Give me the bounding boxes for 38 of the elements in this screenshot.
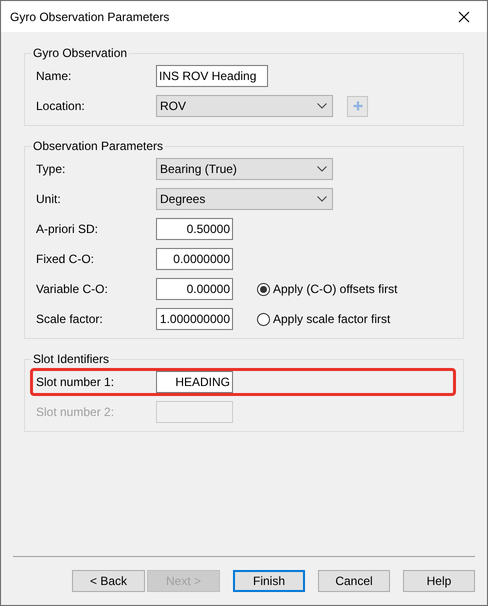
add-button[interactable] [347, 96, 368, 116]
window-title: Gyro Observation Parameters [10, 10, 170, 24]
radio-option[interactable]: Apply (C-O) offsets first [257, 282, 398, 296]
input-field[interactable]: 0.00000 [156, 278, 233, 300]
input-field[interactable]: 0.50000 [156, 218, 233, 240]
wizard-button[interactable]: < Back [72, 570, 145, 592]
caret-icon [317, 166, 327, 172]
input-field[interactable]: 1.000000000 [156, 308, 233, 330]
field-label: Slot number 2: [36, 405, 116, 419]
dropdown-value: Degrees [160, 192, 206, 206]
dropdown-value: Bearing (True) [160, 162, 237, 176]
dialog-button[interactable]: Finish [233, 570, 306, 592]
radio-option[interactable]: Apply scale factor first [257, 312, 390, 326]
caret-icon [317, 196, 327, 202]
close-icon [458, 10, 470, 22]
plus-icon [352, 101, 362, 111]
field-label: Location: [36, 99, 86, 113]
input-field[interactable]: HEADING [156, 371, 233, 393]
dialog-button[interactable]: Help [403, 570, 475, 592]
dropdown[interactable]: Bearing (True) [156, 158, 333, 180]
group-title: Observation Parameters [32, 139, 164, 153]
input-field[interactable]: 0.0000000 [156, 248, 233, 270]
dropdown[interactable]: ROV [156, 95, 333, 117]
caret-icon [317, 103, 327, 109]
field-label: Type: [36, 162, 66, 176]
field-label: Variable C-O: [36, 282, 109, 296]
field-label: Fixed C-O: [36, 252, 96, 266]
field-label: Unit: [36, 192, 62, 206]
field-label: Scale factor: [36, 312, 104, 326]
input-field[interactable]: INS ROV Heading [156, 65, 268, 87]
dialog-button[interactable]: Cancel [318, 570, 390, 592]
dropdown-value: ROV [160, 99, 186, 113]
field-label: Name: [36, 69, 72, 83]
field-label: Slot number 1: [36, 375, 116, 389]
dropdown[interactable]: Degrees [156, 188, 333, 210]
field-label: A-priori SD: [36, 222, 100, 236]
group-title: Slot Identifiers [32, 352, 110, 366]
group-title: Gyro Observation [32, 46, 128, 60]
